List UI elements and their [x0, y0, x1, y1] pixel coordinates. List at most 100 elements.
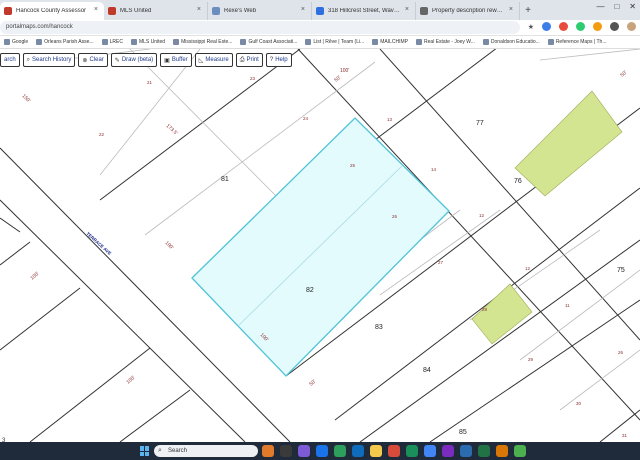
screen: Hancock County Assessor × MLS United × Rexe'… — [0, 0, 640, 460]
lot-number: 24 — [303, 116, 309, 121]
app-icon[interactable] — [460, 445, 472, 457]
app-icon[interactable] — [496, 445, 508, 457]
toolbar-button-label: Help — [275, 57, 288, 63]
minimize-button[interactable]: — — [596, 2, 604, 11]
taskbar-search-placeholder: Search — [168, 448, 188, 454]
browser-tab-strip: Hancock County Assessor × MLS United × Rexe'… — [0, 0, 640, 20]
toolbar-button-clear[interactable]: ⊗ Clear — [78, 53, 108, 67]
new-tab-button[interactable]: + — [520, 2, 536, 20]
parcel-number: 75 — [617, 267, 625, 274]
bookmark-label: Donaldson Educatio... — [490, 39, 540, 45]
url-field[interactable]: portalmaps.com/hancock — [0, 21, 520, 34]
address-bar-row: portalmaps.com/hancock ★ — [0, 20, 640, 36]
tab-label: Rexe's Web — [224, 8, 257, 14]
search-icon: ⌕ — [158, 447, 162, 454]
lot-number: 14 — [431, 167, 437, 172]
taskbar-search-box[interactable]: ⌕ Search — [154, 445, 258, 457]
bookmark-item[interactable]: Google — [4, 39, 28, 45]
toolbar-button-label: Draw (beta) — [121, 57, 154, 63]
close-tab-icon[interactable]: × — [94, 6, 98, 13]
parcel-number: 84 — [423, 367, 431, 374]
windows-start-icon[interactable] — [140, 446, 150, 456]
toolbar-button-draw-beta[interactable]: ✎ Draw (beta) — [110, 53, 158, 67]
bookmark-favicon-icon — [36, 39, 43, 45]
tab-favicon-icon — [108, 7, 116, 15]
bookmark-label: Google — [12, 39, 29, 45]
close-tab-icon[interactable]: × — [405, 6, 409, 13]
dimension-label: 50' — [619, 70, 628, 79]
bookmark-item[interactable]: List | Rêve | Team (Li... — [305, 39, 364, 45]
browser-tab[interactable]: 318 Hillcrest Street, Waveland × — [312, 2, 416, 20]
lot-number: 30 — [576, 401, 582, 406]
lot-line — [0, 241, 31, 266]
lot-line — [359, 239, 640, 442]
tab-favicon-icon — [420, 7, 428, 15]
extension-icon[interactable] — [593, 22, 602, 31]
close-window-button[interactable]: ✕ — [629, 2, 636, 11]
dimension-label: 100' — [164, 240, 175, 251]
close-tab-icon[interactable]: × — [509, 6, 513, 13]
map-canvas[interactable]: TERRACE AVE 81 82 83 84 85 77 76 75 21 2… — [0, 49, 640, 442]
dimension-label: 50' — [333, 75, 342, 84]
app-icon[interactable] — [478, 445, 490, 457]
dimension-label: 100' — [340, 68, 349, 74]
bookmarks-bar: Google Orleans Parish Asse... LREC MLS Unit… — [0, 36, 640, 49]
browser-tab[interactable]: Rexe's Web × — [208, 2, 312, 20]
app-icon[interactable] — [298, 445, 310, 457]
bookmark-item[interactable]: Real Estate - Joey W... — [416, 39, 475, 45]
star-icon[interactable]: ★ — [528, 23, 534, 31]
building-footprint — [514, 90, 623, 197]
app-icon[interactable] — [442, 445, 454, 457]
toolbar-button-buffer[interactable]: ▣ Buffer — [160, 53, 192, 67]
bookmark-favicon-icon — [4, 39, 10, 45]
dimension-label: 50' — [308, 379, 317, 388]
toolbar-button-help[interactable]: ? Help — [265, 53, 292, 67]
lot-number: 26 — [392, 214, 398, 219]
app-icon[interactable] — [514, 445, 526, 457]
bookmark-favicon-icon — [416, 39, 423, 45]
taskbar-apps — [262, 445, 526, 457]
buffer-icon: ▣ — [164, 57, 170, 64]
app-icon[interactable] — [370, 445, 382, 457]
toolbar-button-measure[interactable]: ◺ Measure — [194, 53, 233, 67]
address-bar-icons: ★ — [528, 22, 636, 31]
bookmark-item[interactable]: Reference Maps | Th... — [547, 39, 607, 45]
bookmark-item[interactable]: Donaldson Educatio... — [482, 39, 540, 45]
app-icon[interactable] — [262, 445, 274, 457]
app-icon[interactable] — [424, 445, 436, 457]
app-icon[interactable] — [388, 445, 400, 457]
extension-icon[interactable] — [559, 22, 568, 31]
bookmark-item[interactable]: MAILCHIMP — [372, 39, 408, 45]
close-tab-icon[interactable]: × — [301, 6, 305, 13]
app-icon[interactable] — [280, 445, 292, 457]
extension-icon[interactable] — [542, 22, 551, 31]
app-icon[interactable] — [316, 445, 328, 457]
extension-icon[interactable] — [610, 22, 619, 31]
bookmark-item[interactable]: Mississippi Real Este... — [173, 39, 232, 45]
bookmark-favicon-icon — [372, 39, 379, 45]
bookmark-item[interactable]: LREC — [101, 39, 123, 45]
avatar[interactable] — [627, 22, 636, 31]
toolbar-button-search-history[interactable]: ⌕ Search History — [22, 53, 76, 67]
maximize-button[interactable]: □ — [614, 2, 619, 11]
app-icon[interactable] — [406, 445, 418, 457]
close-tab-icon[interactable]: × — [197, 6, 201, 13]
lot-line — [559, 349, 640, 411]
browser-tab[interactable]: Hancock County Assessor × — [0, 2, 104, 20]
street-label: TERRACE AVE — [85, 231, 112, 256]
lot-line — [29, 347, 151, 442]
extension-icon[interactable] — [576, 22, 585, 31]
toolbar-button-print[interactable]: ⎙ Print — [235, 53, 263, 67]
bookmark-item[interactable]: MLS United — [130, 39, 165, 45]
app-icon[interactable] — [352, 445, 364, 457]
bookmark-item[interactable]: Gulf Coast Associati... — [240, 39, 297, 45]
browser-tab[interactable]: MLS United × — [104, 2, 208, 20]
browser-tab[interactable]: Property description rewrite × — [416, 2, 520, 20]
selected-parcel[interactable] — [191, 117, 450, 377]
toolbar-button-label: arch — [4, 57, 16, 63]
app-icon[interactable] — [334, 445, 346, 457]
parcel-map[interactable]: TERRACE AVE 81 82 83 84 85 77 76 75 21 2… — [0, 49, 640, 442]
toolbar-button-arch[interactable]: arch — [0, 53, 20, 67]
bookmark-item[interactable]: Orleans Parish Asse... — [36, 39, 94, 45]
bookmark-label: Reference Maps | Th... — [555, 39, 607, 45]
